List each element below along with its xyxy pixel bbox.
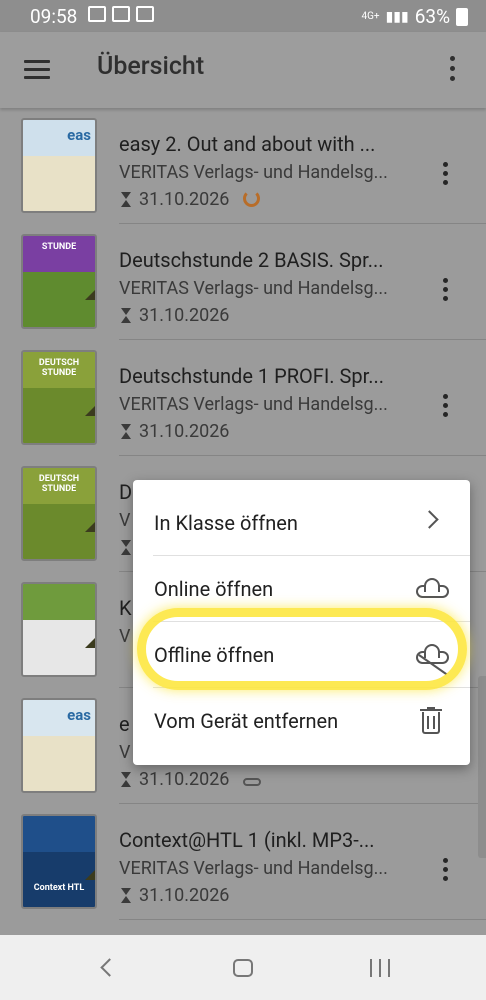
book-row[interactable]: eas easy 2. Out and about with ... VERIT… xyxy=(0,108,486,224)
book-publisher: V xyxy=(119,626,131,647)
book-cover: eas xyxy=(21,698,97,793)
cover-word: eas xyxy=(67,126,91,144)
page-title: Übersicht xyxy=(97,52,205,81)
cover-word: Context HTL xyxy=(33,883,85,893)
network-label: 4G+ xyxy=(361,11,380,22)
hourglass-icon xyxy=(121,772,132,787)
book-cover xyxy=(21,582,97,677)
book-publisher: VERITAS Verlags- und Handelsg... xyxy=(119,278,388,299)
menu-item-remove-from-device[interactable]: Vom Gerät entfernen xyxy=(133,688,470,754)
book-publisher: V xyxy=(119,742,131,763)
status-time: 09:58 xyxy=(30,5,78,28)
system-nav-bar xyxy=(0,935,486,1000)
cloud-icon xyxy=(416,578,449,598)
cover-lower xyxy=(23,736,95,791)
back-icon[interactable] xyxy=(100,958,119,977)
app-bar: Übersicht xyxy=(0,32,486,108)
cover-band xyxy=(23,816,95,853)
hourglass-icon xyxy=(121,888,132,903)
overflow-menu-icon[interactable] xyxy=(450,56,456,86)
book-title: K xyxy=(119,596,132,620)
battery-icon xyxy=(456,7,468,26)
cover-band xyxy=(23,584,95,621)
book-row[interactable]: STUNDE Deutschstunde 2 BASIS. Spr... VER… xyxy=(0,224,486,340)
context-menu: In Klasse öffnen Online öffnen Offline ö… xyxy=(133,480,470,765)
cover-word: eas xyxy=(67,706,91,724)
cover-corner xyxy=(85,512,95,532)
menu-item-label: Online öffnen xyxy=(154,577,274,601)
hourglass-icon xyxy=(121,424,132,439)
menu-item-label: Vom Gerät entfernen xyxy=(154,709,339,733)
book-date: 31.10.2026 xyxy=(139,769,230,790)
cover-lower xyxy=(23,156,95,211)
row-overflow-icon[interactable] xyxy=(443,858,448,885)
message-icon xyxy=(88,6,106,22)
download-progress-icon xyxy=(243,190,260,207)
book-row[interactable]: DEUTSCH STUNDE Deutschstunde 1 PROFI. Sp… xyxy=(0,340,486,456)
cover-corner xyxy=(85,280,95,300)
trash-icon xyxy=(420,707,442,735)
menu-item-open-offline[interactable]: Offline öffnen xyxy=(133,622,470,688)
book-title: Context@HTL 1 (inkl. MP3-... xyxy=(119,828,375,852)
status-bar: 09:58 4G+ ▮▮▮ 63% xyxy=(0,0,486,32)
book-cover: eas xyxy=(21,118,97,213)
cover-corner xyxy=(85,396,95,416)
app-notification-icon xyxy=(112,6,130,22)
row-overflow-icon[interactable] xyxy=(443,278,448,305)
book-publisher: VERITAS Verlags- und Handelsg... xyxy=(119,162,388,183)
book-publisher: VERITAS Verlags- und Handelsg... xyxy=(119,394,388,415)
book-cover: DEUTSCH STUNDE xyxy=(21,466,97,561)
book-title: Deutschstunde 2 BASIS. Spr... xyxy=(119,248,384,272)
book-title: Deutschstunde 1 PROFI. Spr... xyxy=(119,364,385,388)
book-cover: Context HTL xyxy=(21,814,97,909)
row-overflow-icon[interactable] xyxy=(443,162,448,189)
scroll-indicator xyxy=(478,676,486,858)
menu-item-label: In Klasse öffnen xyxy=(154,511,298,535)
menu-item-label: Offline öffnen xyxy=(154,643,275,667)
book-title: e xyxy=(119,712,130,736)
signal-icon: ▮▮▮ xyxy=(385,8,409,25)
book-cover: DEUTSCH STUNDE xyxy=(21,350,97,445)
notification-icons xyxy=(88,6,154,22)
cloud-off-icon xyxy=(416,644,449,676)
hourglass-icon xyxy=(121,308,132,323)
book-cover: STUNDE xyxy=(21,234,97,329)
book-publisher: V xyxy=(119,510,131,531)
book-date: 31.10.2026 xyxy=(139,305,230,326)
book-title: D xyxy=(119,480,133,504)
hamburger-menu-icon[interactable] xyxy=(24,60,50,79)
status-right: 4G+ ▮▮▮ 63% xyxy=(361,5,468,28)
battery-percent: 63% xyxy=(414,5,450,28)
row-divider xyxy=(119,919,486,920)
book-date: 31.10.2026 xyxy=(139,885,230,906)
cover-corner xyxy=(85,628,95,648)
hourglass-icon xyxy=(121,540,132,555)
row-overflow-icon[interactable] xyxy=(443,394,448,421)
book-title: easy 2. Out and about with ... xyxy=(119,132,376,156)
menu-item-open-online[interactable]: Online öffnen xyxy=(133,556,470,622)
menu-item-open-in-class[interactable]: In Klasse öffnen xyxy=(133,490,470,556)
cover-corner xyxy=(85,860,95,880)
cover-word: DEUTSCH STUNDE xyxy=(38,474,80,494)
app-notification-icon-2 xyxy=(136,6,154,22)
home-icon[interactable] xyxy=(233,959,253,977)
book-row[interactable]: Context HTL Context@HTL 1 (inkl. MP3-...… xyxy=(0,804,486,920)
chevron-right-icon xyxy=(420,510,439,529)
cover-word: STUNDE xyxy=(41,242,77,252)
hourglass-icon xyxy=(121,192,132,207)
book-publisher: VERITAS Verlags- und Handelsg... xyxy=(119,858,388,879)
recent-apps-icon[interactable] xyxy=(370,959,390,977)
book-date: 31.10.2026 xyxy=(139,421,230,442)
book-date: 31.10.2026 xyxy=(139,189,230,210)
cover-word: DEUTSCH STUNDE xyxy=(38,358,80,378)
cloud-download-icon xyxy=(243,776,261,786)
